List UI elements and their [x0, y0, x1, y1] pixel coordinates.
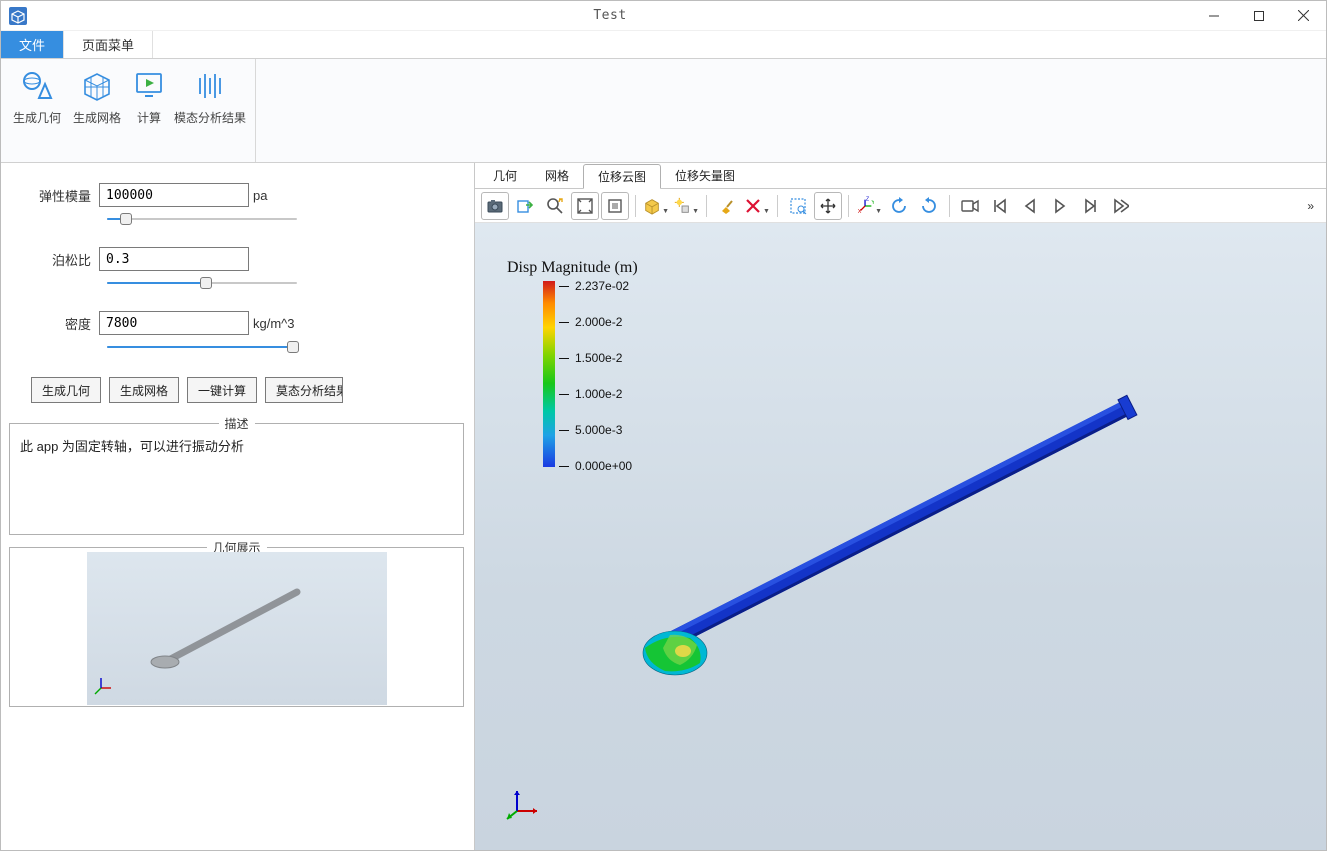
play-icon[interactable]	[1046, 192, 1074, 220]
geometry-fieldset: 几何展示	[9, 547, 464, 707]
mesh-cube-icon	[80, 69, 114, 103]
menu-page[interactable]: 页面菜单	[64, 31, 153, 58]
menu-bar: 文件 页面菜单	[1, 31, 1326, 59]
geometry-preview[interactable]	[87, 552, 387, 706]
description-fieldset: 描述 此 app 为固定转轴，可以进行振动分析	[9, 423, 464, 535]
ribbon: 生成几何 生成网格 计算 模态分析结果	[1, 59, 1326, 163]
camera-icon[interactable]	[481, 192, 509, 220]
svg-text:Y: Y	[871, 200, 874, 206]
app-icon	[7, 5, 29, 27]
sphere-cone-icon	[20, 69, 54, 103]
title-bar: Test	[1, 1, 1326, 31]
minimize-button[interactable]	[1191, 1, 1236, 30]
pan-icon[interactable]	[814, 192, 842, 220]
lighting-icon[interactable]: ▼	[672, 192, 700, 220]
menu-file[interactable]: 文件	[1, 31, 64, 58]
tab-disp-cloud[interactable]: 位移云图	[583, 164, 661, 189]
svg-text:X: X	[858, 209, 862, 215]
fit-window-icon[interactable]	[571, 192, 599, 220]
delete-icon[interactable]: ▼	[743, 192, 771, 220]
ribbon-compute[interactable]: 计算	[127, 67, 171, 126]
export-icon[interactable]	[511, 192, 539, 220]
last-frame-icon[interactable]	[1106, 192, 1134, 220]
toolbar-overflow[interactable]: »	[1301, 199, 1320, 213]
app-window: Test 文件 页面菜单 生成几何 生成网格 计算 模态分析结果	[0, 0, 1327, 851]
3d-model	[475, 223, 1315, 843]
poisson-slider[interactable]	[107, 275, 297, 291]
ribbon-modal-result[interactable]: 模态分析结果	[171, 67, 249, 126]
elastic-label: 弹性模量	[7, 186, 99, 205]
description-text: 此 app 为固定转轴，可以进行振动分析	[10, 424, 463, 534]
btn-gen-mesh[interactable]: 生成网格	[109, 377, 179, 403]
viewport-toolbar: ▼ ▼ ▼ YZX▼ »	[475, 189, 1326, 223]
zoom-box-icon[interactable]	[601, 192, 629, 220]
btn-one-click[interactable]: 一键计算	[187, 377, 257, 403]
first-frame-icon[interactable]	[986, 192, 1014, 220]
description-legend: 描述	[218, 415, 254, 432]
record-icon[interactable]	[956, 192, 984, 220]
density-slider[interactable]	[107, 339, 297, 355]
density-unit: kg/m^3	[253, 316, 295, 331]
view-mode-icon[interactable]: ▼	[642, 192, 670, 220]
svg-text:Z: Z	[866, 196, 870, 202]
close-button[interactable]	[1281, 1, 1326, 30]
elastic-input[interactable]	[99, 183, 249, 207]
play-screen-icon	[132, 69, 166, 103]
right-panel: 几何 网格 位移云图 位移矢量图 ▼ ▼ ▼	[475, 163, 1326, 850]
density-input[interactable]	[99, 311, 249, 335]
view-tabs: 几何 网格 位移云图 位移矢量图	[475, 163, 1326, 189]
ribbon-gen-mesh[interactable]: 生成网格	[67, 67, 127, 126]
clear-icon[interactable]	[713, 192, 741, 220]
3d-viewport[interactable]: Disp Magnitude (m) 2.237e-02 2.000e-2 1.…	[475, 223, 1326, 850]
wave-icon	[193, 69, 227, 103]
zoom-reset-icon[interactable]	[541, 192, 569, 220]
btn-modal-result[interactable]: 莫态分析结果	[265, 377, 343, 403]
maximize-button[interactable]	[1236, 1, 1281, 30]
rotate-cw-icon[interactable]	[915, 192, 943, 220]
window-title: Test	[29, 8, 1191, 23]
ribbon-gen-geom[interactable]: 生成几何	[7, 67, 67, 126]
axis-xyz-icon[interactable]: YZX▼	[855, 192, 883, 220]
elastic-unit: pa	[253, 188, 267, 203]
tab-mesh[interactable]: 网格	[531, 163, 583, 188]
poisson-label: 泊松比	[7, 250, 99, 269]
poisson-input[interactable]	[99, 247, 249, 271]
left-panel: 弹性模量 pa 泊松比 密度 kg/m^3 生成几何 生成网格 一键计算 莫态分…	[1, 163, 475, 850]
density-label: 密度	[7, 314, 99, 333]
select-box-icon[interactable]	[784, 192, 812, 220]
tab-geometry[interactable]: 几何	[479, 163, 531, 188]
rotate-ccw-icon[interactable]	[885, 192, 913, 220]
tab-disp-vector[interactable]: 位移矢量图	[661, 163, 749, 188]
axis-triad-icon	[505, 783, 545, 826]
next-frame-icon[interactable]	[1076, 192, 1104, 220]
btn-gen-geom[interactable]: 生成几何	[31, 377, 101, 403]
elastic-slider[interactable]	[107, 211, 297, 227]
prev-frame-icon[interactable]	[1016, 192, 1044, 220]
